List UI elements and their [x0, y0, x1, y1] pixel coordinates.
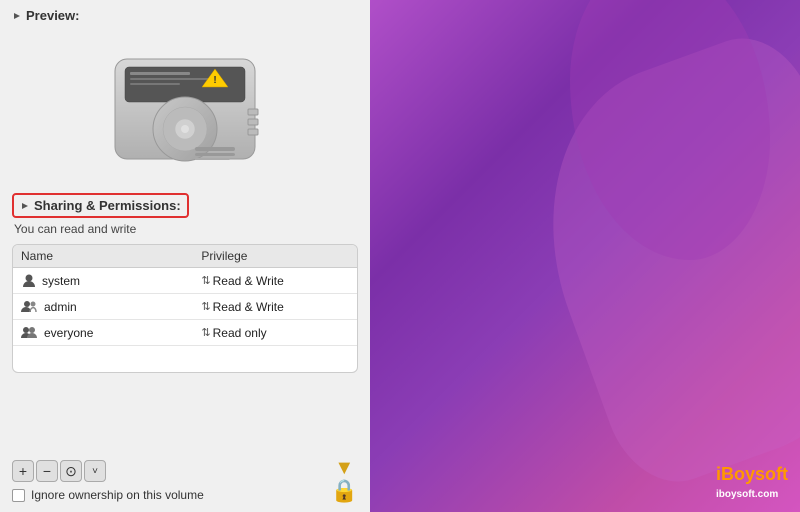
sharing-permissions-section: Sharing & Permissions: You can read and … [0, 193, 370, 373]
remove-button[interactable]: − [36, 460, 58, 482]
lock-container: ▼ 🔒 [331, 458, 358, 504]
preview-header: Preview: [12, 8, 358, 23]
single-user-icon [21, 273, 37, 289]
options-button[interactable]: ⊙ [60, 460, 82, 482]
column-privilege-header: Privilege [201, 249, 349, 263]
everyone-name: everyone [44, 326, 93, 340]
hdd-illustration: ! [100, 39, 270, 179]
watermark: iBoysoft iboysoft.com [716, 464, 788, 500]
bottom-left-controls: + − ⊙ ˅ Ignore ownership on this volume [12, 460, 204, 502]
arrow-down-icon: ▼ [334, 458, 354, 478]
left-panel: Preview: [0, 0, 370, 512]
bottom-controls: + − ⊙ ˅ Ignore ownership on this volume … [0, 373, 370, 512]
hdd-image-container: ! [12, 29, 358, 189]
system-privilege: Read & Write [213, 274, 284, 288]
preview-section: Preview: [0, 0, 370, 193]
admin-name: admin [44, 300, 77, 314]
table-actions: + − ⊙ ˅ [12, 460, 204, 482]
table-row[interactable]: admin ⇅ Read & Write [13, 294, 357, 320]
everyone-privilege: Read only [213, 326, 267, 340]
row-name-system: system [21, 273, 201, 289]
row-name-everyone: everyone [21, 326, 201, 340]
row-privilege-everyone: ⇅ Read only [201, 326, 349, 340]
ownership-label: Ignore ownership on this volume [31, 488, 204, 502]
preview-label: Preview: [26, 8, 79, 23]
table-row[interactable]: everyone ⇅ Read only [13, 320, 357, 346]
group-users-icon [21, 326, 39, 340]
add-button[interactable]: + [12, 460, 34, 482]
row-privilege-admin: ⇅ Read & Write [201, 300, 349, 314]
collapse-triangle-icon [12, 11, 22, 21]
ownership-checkbox[interactable] [12, 489, 25, 502]
sharing-permissions-header[interactable]: Sharing & Permissions: [12, 193, 189, 218]
sharing-collapse-icon [20, 201, 30, 211]
column-name-header: Name [21, 249, 201, 263]
read-write-subtitle: You can read and write [12, 222, 358, 236]
group-user-icon [21, 300, 39, 314]
dropdown-button[interactable]: ˅ [84, 460, 106, 482]
permissions-table: Name Privilege system ⇅ Read & Write [12, 244, 358, 373]
row-privilege-system: ⇅ Read & Write [201, 274, 349, 288]
sharing-permissions-label: Sharing & Permissions: [34, 198, 181, 213]
brand-domain: iboysoft.com [716, 489, 778, 500]
table-header: Name Privilege [13, 245, 357, 268]
table-row-empty [13, 346, 357, 372]
table-row[interactable]: system ⇅ Read & Write [13, 268, 357, 294]
ownership-row: Ignore ownership on this volume [12, 488, 204, 502]
system-name: system [42, 274, 80, 288]
lock-icon[interactable]: 🔒 [331, 478, 358, 504]
svg-text:!: ! [213, 75, 216, 86]
admin-privilege: Read & Write [213, 300, 284, 314]
row-name-admin: admin [21, 300, 201, 314]
right-panel: iBoysoft iboysoft.com [370, 0, 800, 512]
brand-logo: iBoysoft [716, 464, 788, 484]
